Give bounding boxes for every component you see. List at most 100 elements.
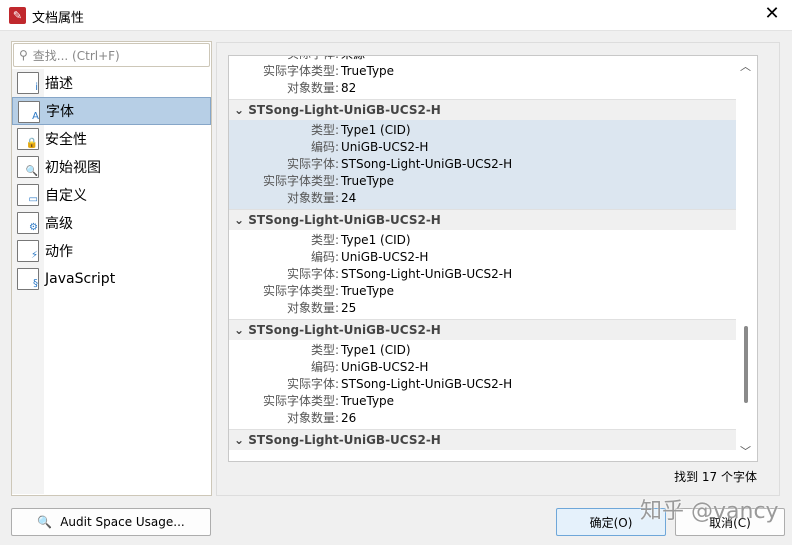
title-bar: ✎ 文档属性 ✕	[0, 0, 792, 31]
property-row: 实际字体类型: TrueType	[229, 63, 736, 80]
sidebar-item-label: 动作	[45, 244, 73, 260]
sidebar-item-label: 字体	[46, 104, 74, 120]
property-value: TrueType	[341, 284, 395, 298]
sidebar-item[interactable]: § JavaScript	[12, 265, 211, 293]
property-value: 26	[341, 411, 357, 425]
font-group-header[interactable]: ⌄ STSong-Light-UniGB-UCS2-H	[229, 209, 736, 230]
property-row: 实际字体类型: TrueType	[229, 393, 736, 410]
scrollbar-thumb[interactable]	[744, 326, 748, 403]
sidebar-item-label: 自定义	[45, 188, 87, 204]
sidebar-item[interactable]: i 描述	[12, 69, 211, 97]
property-row: 实际字体:来源	[229, 56, 736, 63]
lightning-icon: ⚡	[17, 240, 39, 262]
property-row: 类型: Type1 (CID)	[229, 342, 736, 359]
property-row: 实际字体: STSong-Light-UniGB-UCS2-H	[229, 156, 736, 173]
scrollbar[interactable]: ︿ ﹀	[736, 56, 757, 461]
font-icon: A	[18, 101, 40, 123]
sidebar-item[interactable]: 🔍 初始视图	[12, 153, 211, 181]
search-input[interactable]: ⚲ 查找... (Ctrl+F)	[13, 43, 210, 67]
scroll-up-icon[interactable]: ︿	[740, 58, 751, 74]
window-title: 文档属性	[32, 11, 85, 26]
font-group[interactable]: 类型: Type1 (CID) 编码: UniGB-UCS2-H 实际字体: STSong…	[229, 230, 736, 319]
app-logo-icon: ✎	[9, 7, 26, 24]
property-key: 实际字体:	[229, 56, 339, 63]
property-value: Type1 (CID)	[341, 343, 411, 357]
property-row: 类型: Type1 (CID)	[229, 232, 736, 249]
script-icon: §	[17, 268, 39, 290]
property-row: 实际字体类型: TrueType	[229, 283, 736, 300]
sidebar-item[interactable]: ▭ 自定义	[12, 181, 211, 209]
property-value: STSong-Light-UniGB-UCS2-H	[341, 157, 513, 171]
property-value: TrueType	[341, 394, 395, 408]
chevron-down-icon: ⌄	[234, 213, 249, 227]
sidebar-item[interactable]: ⚙ 高级	[12, 209, 211, 237]
font-count: 找到 17 个字体	[674, 470, 757, 484]
scroll-down-icon[interactable]: ﹀	[740, 443, 751, 459]
property-value: STSong-Light-UniGB-UCS2-H	[341, 267, 513, 281]
property-key: 实际字体类型:	[262, 284, 339, 298]
property-value: 25	[341, 301, 357, 315]
search-placeholder: 查找... (Ctrl+F)	[32, 48, 120, 63]
sidebar-item-label: 高级	[45, 216, 73, 232]
property-value: 24	[341, 191, 357, 205]
property-key: 编码:	[310, 140, 339, 154]
close-button[interactable]: ✕	[760, 3, 784, 24]
property-key: 实际字体:	[286, 267, 339, 281]
property-key: 对象数量:	[286, 81, 339, 95]
chevron-down-icon: ⌄	[234, 433, 249, 447]
sidebar-item-label: JavaScript	[45, 271, 116, 287]
audit-icon: 🔍	[37, 515, 53, 529]
property-value: UniGB-UCS2-H	[341, 140, 429, 154]
property-key: 实际字体:	[286, 157, 339, 171]
chevron-down-icon: ⌄	[234, 103, 249, 117]
ok-button[interactable]: 确定(O)	[556, 508, 666, 536]
property-row: 类型: Type1 (CID)	[229, 122, 736, 139]
property-value: 82	[341, 81, 357, 95]
info-icon: i	[17, 72, 39, 94]
property-row: 实际字体: STSong-Light-UniGB-UCS2-H	[229, 266, 736, 283]
category-panel: ⚲ 查找... (Ctrl+F) i 描述 A 字体 🔒 安全性 🔍 初始视图 ▭ 自定义 ⚙ 高级 ⚡…	[11, 41, 212, 496]
property-row: 实际字体类型: TrueType	[229, 173, 736, 190]
property-value: 来源	[339, 56, 365, 63]
sidebar-item[interactable]: A 字体	[12, 97, 211, 125]
custom-icon: ▭	[17, 184, 39, 206]
property-value: UniGB-UCS2-H	[341, 250, 429, 264]
property-key: 编码:	[310, 360, 339, 374]
property-key: 对象数量:	[286, 301, 339, 315]
property-key: 对象数量:	[286, 411, 339, 425]
property-key: 实际字体类型:	[262, 64, 339, 78]
font-group[interactable]: 类型: Type1 (CID) 编码: UniGB-UCS2-H 实际字体: STSong…	[229, 340, 736, 429]
property-key: 类型:	[310, 343, 339, 357]
property-row: 编码: UniGB-UCS2-H	[229, 139, 736, 156]
property-row: 实际字体: STSong-Light-UniGB-UCS2-H	[229, 376, 736, 393]
font-group-header[interactable]: ⌄ STSong-Light-UniGB-UCS2-H	[229, 319, 736, 340]
property-key: 类型:	[310, 233, 339, 247]
sidebar-item-label: 描述	[45, 76, 73, 92]
sidebar-item[interactable]: 🔒 安全性	[12, 125, 211, 153]
property-value: Type1 (CID)	[341, 123, 411, 137]
property-row: 对象数量: 24	[229, 190, 736, 207]
sidebar-item[interactable]: ⚡ 动作	[12, 237, 211, 265]
property-row: 对象数量: 26	[229, 410, 736, 427]
property-value: UniGB-UCS2-H	[341, 360, 429, 374]
cancel-button[interactable]: 取消(C)	[675, 508, 785, 536]
property-key: 实际字体:	[286, 377, 339, 391]
lock-icon: 🔒	[17, 128, 39, 150]
property-row: 编码: UniGB-UCS2-H	[229, 249, 736, 266]
font-group-header[interactable]: ⌄ STSong-Light-UniGB-UCS2-H	[229, 99, 736, 120]
property-key: 编码:	[310, 250, 339, 264]
property-row: 对象数量: 82	[229, 80, 736, 97]
property-key: 实际字体类型:	[262, 174, 339, 188]
property-value: STSong-Light-UniGB-UCS2-H	[341, 377, 513, 391]
search-icon: ⚲	[19, 48, 28, 62]
font-list[interactable]: 实际字体:来源实际字体类型:TrueType对象数量:82⌄ STSong-Li…	[228, 55, 758, 462]
font-group-header[interactable]: ⌄ STSong-Light-UniGB-UCS2-H	[229, 429, 736, 450]
audit-space-button[interactable]: 🔍 Audit Space Usage...	[11, 508, 211, 536]
property-row: 编码: UniGB-UCS2-H	[229, 359, 736, 376]
property-key: 类型:	[310, 123, 339, 137]
font-group[interactable]: 类型: Type1 (CID) 编码: UniGB-UCS2-H 实际字体: STSong…	[229, 120, 736, 209]
property-key: 对象数量:	[286, 191, 339, 205]
magnifier-icon: 🔍	[17, 156, 39, 178]
property-value: Type1 (CID)	[341, 233, 411, 247]
sidebar-item-label: 安全性	[45, 132, 87, 148]
